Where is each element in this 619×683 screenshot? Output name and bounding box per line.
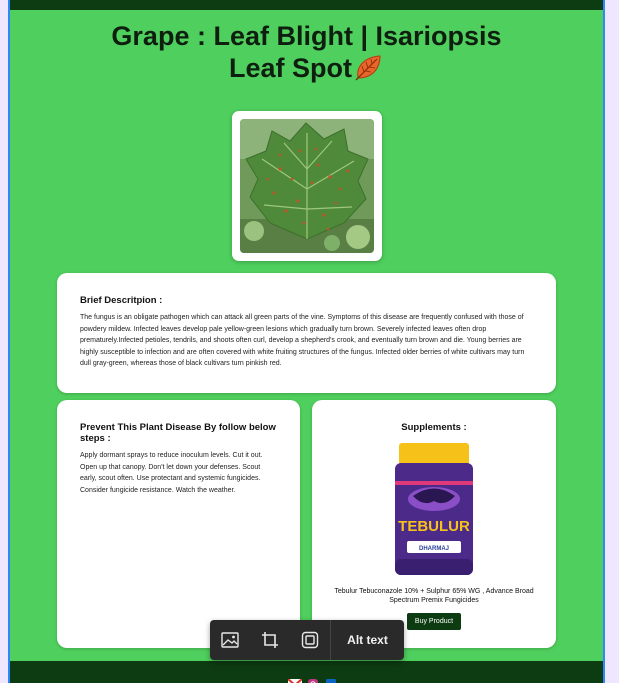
supplements-heading: Supplements : (401, 422, 467, 433)
image-edit-toolbar: Alt text (210, 620, 404, 660)
page-frame: Grape : Leaf Blight | Isariopsis Leaf Sp… (8, 0, 605, 683)
product-brand-text: TEBULUR (398, 518, 470, 535)
image-icon (221, 632, 239, 648)
frame-icon (301, 631, 319, 649)
crop-button[interactable] (250, 620, 290, 660)
prevention-text: Apply dormant sprays to reduce inoculum … (80, 452, 263, 494)
grape-leaf-image (240, 119, 374, 253)
product-maker-text: DHARMAJ (419, 546, 449, 552)
social-links (287, 676, 338, 683)
brief-text: The fungus is an obligate pathogen which… (80, 314, 525, 368)
gmail-icon[interactable] (287, 676, 303, 683)
page-title: Grape : Leaf Blight | Isariopsis Leaf Sp… (10, 20, 603, 88)
title-line-2-text: Leaf Spot (228, 53, 352, 83)
linkedin-icon[interactable] (324, 676, 338, 683)
top-navbar (10, 0, 603, 10)
prevention-heading: Prevent This Plant Disease By follow bel… (80, 422, 276, 444)
crop-icon (262, 632, 278, 648)
brief-description-card: Brief Descritpion : The fungus is an obl… (57, 273, 556, 393)
title-line-1: Grape : Leaf Blight | Isariopsis (111, 21, 502, 51)
alt-text-button[interactable]: Alt text (331, 633, 404, 647)
fallen-leaf-icon (354, 53, 384, 88)
disease-image-card[interactable] (232, 111, 382, 261)
prevention-card: Prevent This Plant Disease By follow bel… (57, 400, 300, 648)
title-line-2: Leaf Spot (10, 52, 603, 88)
product-image[interactable]: TEBULUR DHARMAJ (393, 441, 475, 577)
supplements-card: Supplements : TEBULUR DHARMAJ Tebulur Te… (312, 400, 556, 648)
instagram-icon[interactable] (306, 676, 320, 683)
product-name: Tebulur Tebuconazole 10% + Sulphur 65% W… (334, 588, 534, 604)
replace-image-button[interactable] (210, 620, 250, 660)
frame-button[interactable] (290, 620, 330, 660)
brief-heading: Brief Descritpion : (80, 295, 163, 306)
buy-product-button[interactable]: Buy Product (407, 613, 461, 630)
